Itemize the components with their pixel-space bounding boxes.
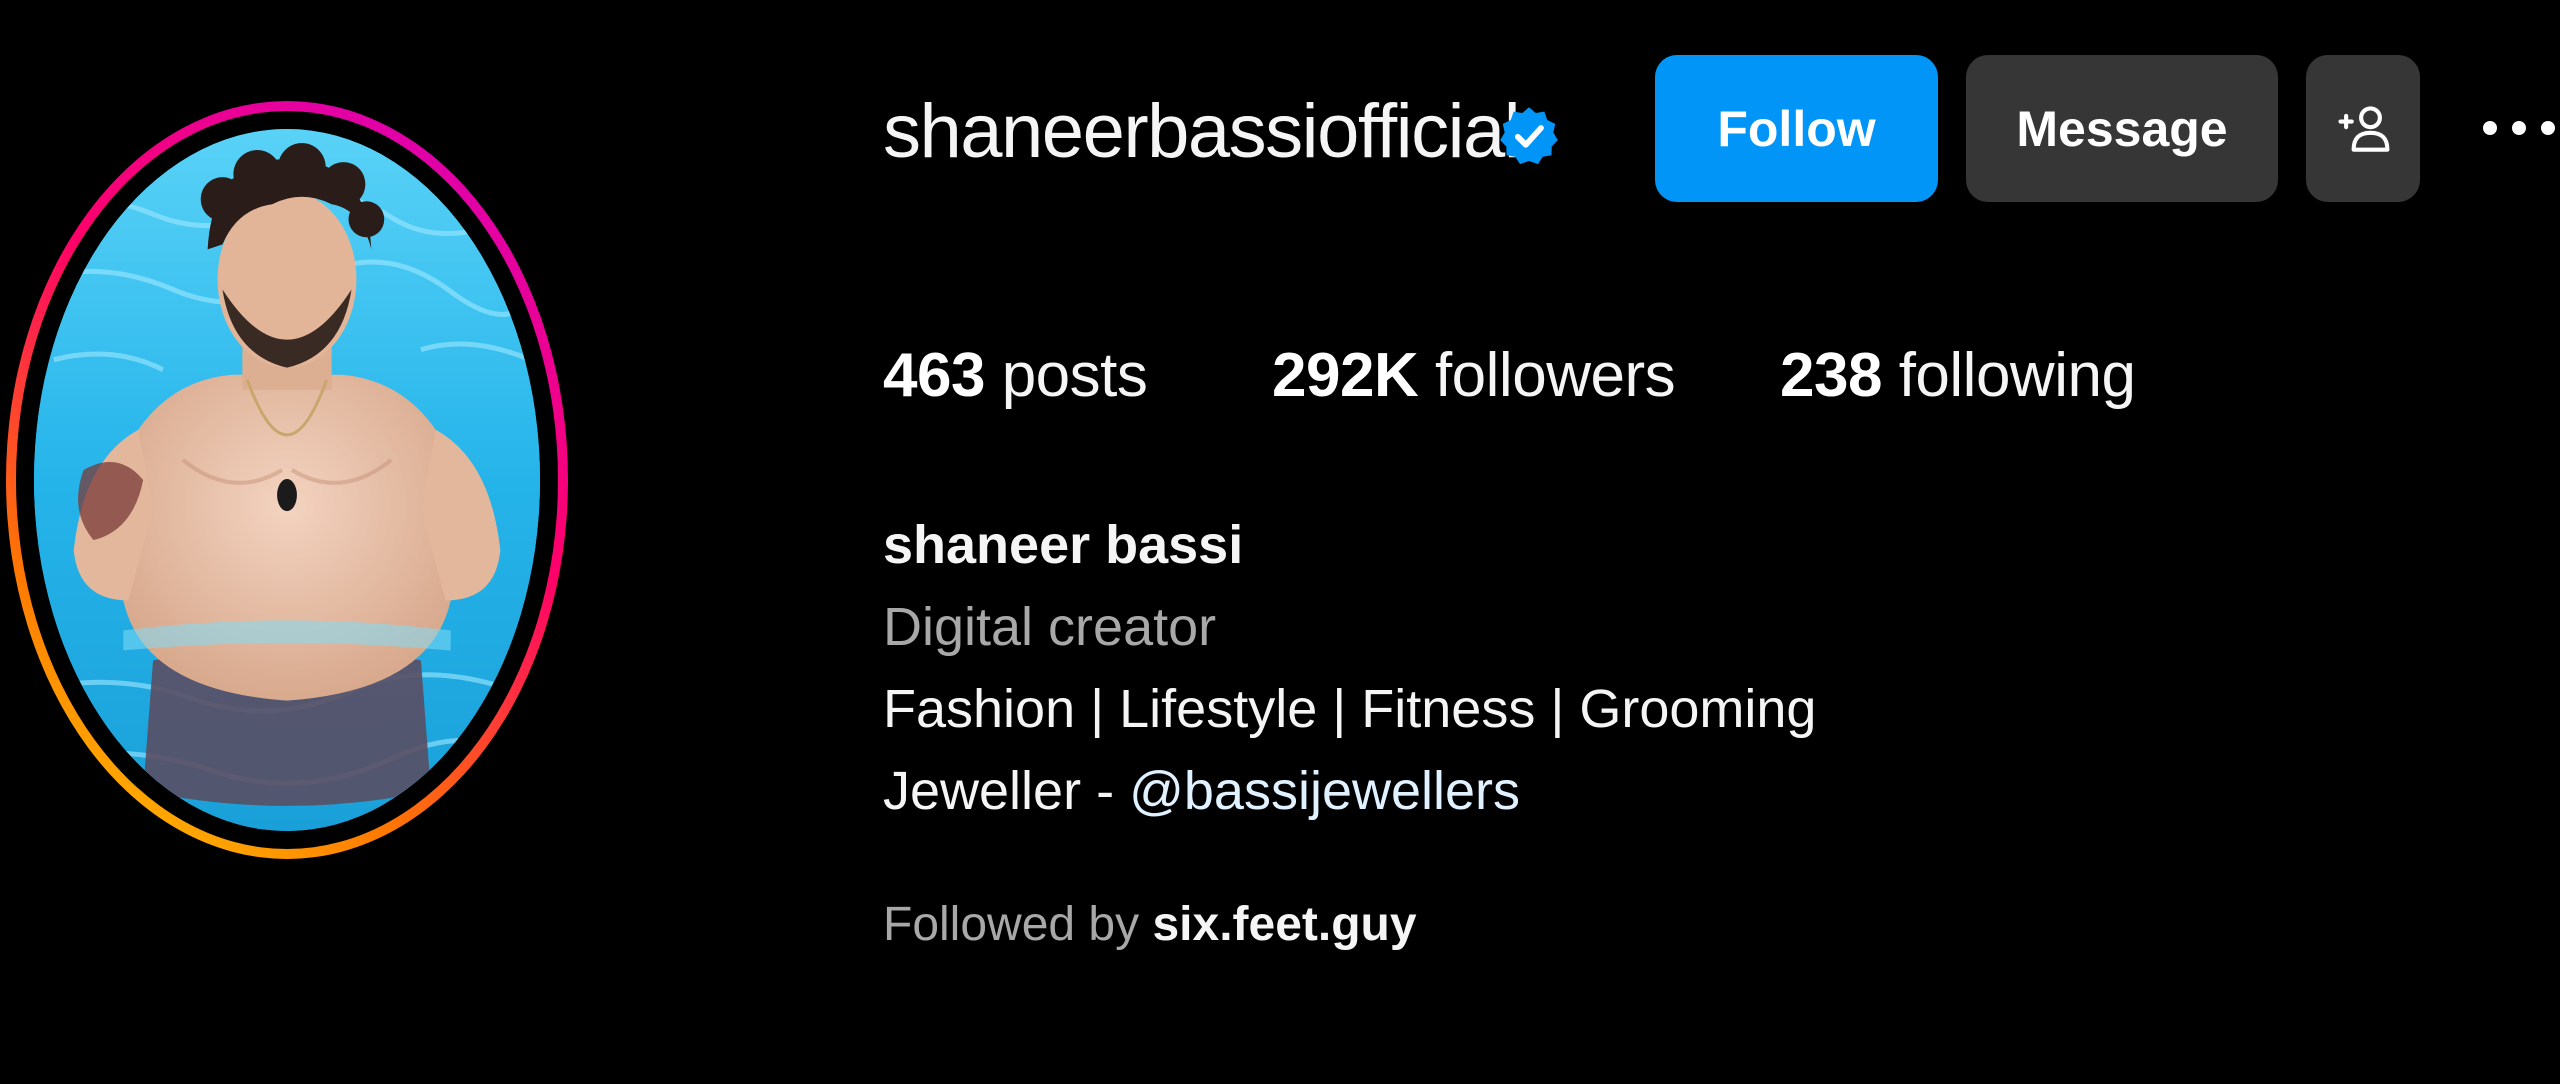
- followed-by-username[interactable]: six.feet.guy: [1152, 898, 1416, 951]
- followers-count-link[interactable]: 292K followers: [1272, 336, 1676, 416]
- following-number: 238: [1780, 341, 1882, 410]
- profile-username: shaneerbassiofficial: [883, 89, 1521, 174]
- suggested-accounts-button[interactable]: [2306, 55, 2420, 202]
- posts-number: 463: [883, 341, 985, 410]
- follow-button[interactable]: Follow: [1655, 55, 1938, 202]
- avatar-gap: [16, 111, 558, 849]
- story-ring-avatar[interactable]: [6, 101, 568, 859]
- profile-full-name: shaneer bassi: [883, 515, 1244, 575]
- followed-by[interactable]: Followed by six.feet.guy: [883, 892, 1417, 958]
- followed-by-prefix: Followed by: [883, 898, 1153, 951]
- bio-jeweller-prefix: Jeweller -: [883, 761, 1130, 821]
- more-options-icon[interactable]: [2478, 108, 2560, 148]
- bio-mention-link[interactable]: @bassijewellers: [1129, 761, 1520, 821]
- bio-text: Fashion | Lifestyle | Fitness | Grooming: [883, 679, 1817, 739]
- following-count-link[interactable]: 238 following: [1780, 336, 2136, 416]
- following-label: following: [1898, 341, 2136, 410]
- avatar-image: [34, 129, 540, 831]
- bio-jeweller-line: Jeweller - @bassijewellers: [883, 756, 1520, 826]
- avatar[interactable]: [34, 129, 540, 831]
- followers-number: 292K: [1272, 341, 1419, 410]
- add-person-icon: [2338, 105, 2390, 152]
- verified-badge-icon: [1497, 96, 1561, 176]
- profile-category: Digital creator: [883, 597, 1217, 657]
- followers-label: followers: [1434, 341, 1676, 410]
- posts-label: posts: [1001, 341, 1148, 410]
- message-button[interactable]: Message: [1966, 55, 2278, 202]
- posts-count: 463 posts: [883, 336, 1148, 416]
